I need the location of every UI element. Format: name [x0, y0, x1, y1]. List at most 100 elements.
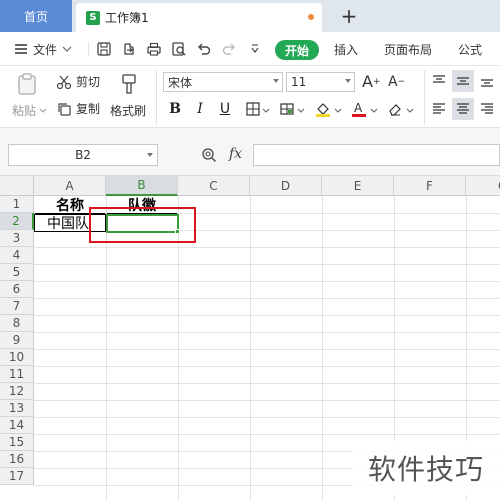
- column-header-e[interactable]: E: [322, 176, 394, 196]
- insert-function-button[interactable]: fx: [229, 146, 242, 162]
- new-tab-button[interactable]: +: [338, 3, 360, 29]
- watermark: 软件技巧: [352, 440, 500, 496]
- chevron-down-icon: [345, 79, 351, 83]
- align-center-icon[interactable]: [452, 98, 474, 120]
- paste-label: 粘贴: [12, 104, 37, 118]
- cut-button[interactable]: 剪切: [56, 73, 100, 90]
- row-header-3[interactable]: 3: [0, 230, 34, 247]
- export-icon[interactable]: [120, 40, 138, 58]
- divider: [156, 70, 157, 124]
- undo-icon[interactable]: [195, 40, 213, 58]
- gridline: [34, 417, 500, 418]
- row-header-4[interactable]: 4: [0, 247, 34, 264]
- gridline: [34, 315, 500, 316]
- gridline: [34, 366, 500, 367]
- redo-icon[interactable]: [220, 40, 238, 58]
- unsaved-dot-icon: [308, 14, 314, 20]
- formula-input[interactable]: [253, 144, 500, 166]
- row-header-13[interactable]: 13: [0, 400, 34, 417]
- tab-workbook[interactable]: S 工作簿1: [76, 3, 322, 32]
- row-header-7[interactable]: 7: [0, 298, 34, 315]
- align-bottom-icon[interactable]: [476, 70, 498, 92]
- select-all-corner[interactable]: [0, 176, 34, 196]
- gridline: [34, 264, 500, 265]
- save-icon[interactable]: [95, 40, 113, 58]
- chevron-down-icon[interactable]: [262, 108, 270, 114]
- paste-icon[interactable]: [12, 72, 42, 96]
- row-header-14[interactable]: 14: [0, 417, 34, 434]
- divider: [424, 70, 425, 124]
- row-header-17[interactable]: 17: [0, 468, 34, 485]
- svg-text:A: A: [354, 101, 363, 115]
- gridline: [322, 196, 323, 500]
- chevron-down-icon[interactable]: [370, 108, 378, 114]
- tab-formulas[interactable]: 公式: [458, 32, 482, 66]
- grow-font-button[interactable]: A +: [362, 72, 381, 91]
- paste-button[interactable]: 粘贴: [12, 102, 47, 119]
- copy-button[interactable]: 复制: [56, 100, 100, 117]
- file-menu-label: 文件: [33, 42, 58, 57]
- name-box[interactable]: B2: [8, 144, 158, 166]
- format-painter-icon[interactable]: [118, 72, 140, 96]
- font-size-select[interactable]: 11: [286, 72, 355, 92]
- row-header-2[interactable]: 2: [0, 213, 34, 230]
- align-top-icon[interactable]: [428, 70, 450, 92]
- print-icon[interactable]: [145, 40, 163, 58]
- font-family-select[interactable]: 宋体: [163, 72, 283, 92]
- row-header-9[interactable]: 9: [0, 332, 34, 349]
- align-right-icon[interactable]: [476, 98, 498, 120]
- format-painter-button[interactable]: 格式刷: [110, 102, 146, 119]
- chevron-down-icon: [147, 153, 153, 157]
- borders-icon[interactable]: [244, 100, 262, 118]
- row-header-10[interactable]: 10: [0, 349, 34, 366]
- print-preview-icon[interactable]: [170, 40, 188, 58]
- chevron-down-icon: [62, 46, 72, 52]
- chevron-down-icon[interactable]: [297, 108, 305, 114]
- align-middle-icon[interactable]: [452, 70, 474, 92]
- cut-label: 剪切: [76, 75, 101, 89]
- column-header-b[interactable]: B: [106, 176, 178, 196]
- shrink-font-label: A: [388, 74, 398, 90]
- tab-insert[interactable]: 插入: [334, 32, 358, 66]
- ribbon-toolbar: 粘贴 剪切 复制 格式刷 宋体 11 A + A − B I U A: [0, 66, 500, 128]
- name-box-value: B2: [75, 148, 91, 162]
- gridline: [34, 332, 500, 333]
- column-header-c[interactable]: C: [178, 176, 250, 196]
- cell-style-icon[interactable]: [278, 100, 296, 118]
- tab-start[interactable]: 开始: [275, 40, 319, 60]
- gridline: [34, 349, 500, 350]
- row-header-1[interactable]: 1: [0, 196, 34, 213]
- column-header-d[interactable]: D: [250, 176, 322, 196]
- row-header-16[interactable]: 16: [0, 451, 34, 468]
- customize-toolbar-icon[interactable]: [246, 40, 264, 58]
- zoom-search-icon[interactable]: [201, 147, 217, 163]
- chevron-down-icon[interactable]: [334, 108, 342, 114]
- row-header-11[interactable]: 11: [0, 366, 34, 383]
- font-size-value: 11: [291, 75, 307, 89]
- align-left-icon[interactable]: [428, 98, 450, 120]
- shrink-font-button[interactable]: A −: [388, 74, 405, 90]
- row-header-15[interactable]: 15: [0, 434, 34, 451]
- font-color-icon[interactable]: A: [350, 100, 368, 118]
- column-header-a[interactable]: A: [34, 176, 106, 196]
- row-header-5[interactable]: 5: [0, 264, 34, 281]
- gridline: [34, 281, 500, 282]
- eraser-icon[interactable]: [386, 100, 404, 118]
- gridline: [34, 247, 500, 248]
- column-header-g[interactable]: G: [466, 176, 500, 196]
- underline-button[interactable]: U: [216, 100, 234, 118]
- menu-bar: 文件 开始 插入 页面布局 公式: [0, 32, 500, 66]
- row-header-6[interactable]: 6: [0, 281, 34, 298]
- italic-button[interactable]: I: [191, 100, 209, 118]
- highlight-annotation-box: [89, 207, 196, 243]
- bold-button[interactable]: B: [166, 100, 184, 118]
- column-header-f[interactable]: F: [394, 176, 466, 196]
- tab-home[interactable]: 首页: [0, 0, 72, 32]
- file-menu[interactable]: 文件: [14, 32, 72, 66]
- fill-color-icon[interactable]: [314, 100, 332, 118]
- row-header-12[interactable]: 12: [0, 383, 34, 400]
- formula-bar: B2 fx: [0, 128, 500, 176]
- row-header-8[interactable]: 8: [0, 315, 34, 332]
- tab-page-layout[interactable]: 页面布局: [384, 32, 432, 66]
- chevron-down-icon[interactable]: [406, 108, 414, 114]
